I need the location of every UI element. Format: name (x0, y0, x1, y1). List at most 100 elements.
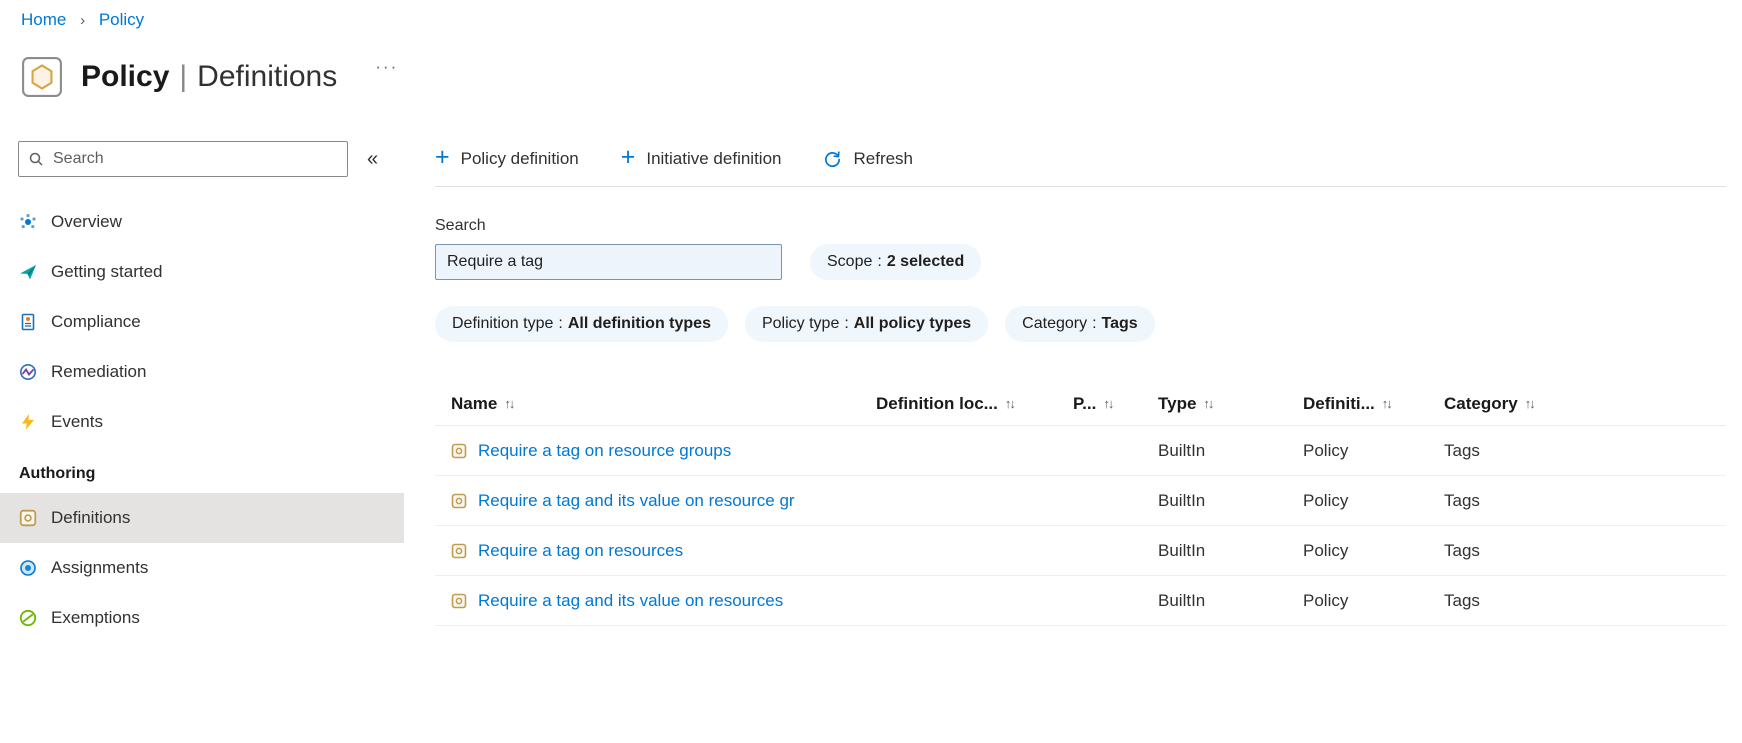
cell-type: BuiltIn (1158, 590, 1206, 610)
policy-definition-icon (451, 493, 467, 509)
cell-category: Tags (1444, 590, 1480, 610)
sidebar: « Overview (0, 141, 404, 643)
pill-separator: : (844, 315, 849, 332)
table-row: Require a tag on resources BuiltIn Polic… (435, 526, 1726, 576)
assignments-icon (19, 559, 37, 577)
sidebar-item-remediation[interactable]: Remediation (0, 347, 404, 397)
policy-definitions-page: Home › Policy Policy | Definitions ··· S… (0, 0, 1742, 643)
pill-separator: : (1092, 315, 1097, 332)
cell-definition-type: Policy (1303, 540, 1349, 560)
cell-definition-type: Policy (1303, 590, 1349, 610)
overview-icon (19, 213, 37, 231)
sidebar-item-compliance[interactable]: Compliance (0, 297, 404, 347)
definitions-table: Name ↑↓ Definition loc... ↑↓ P... ↑↓ Typ… (435, 382, 1726, 626)
sidebar-search-input[interactable] (18, 141, 348, 177)
column-label: Name (451, 393, 498, 413)
sidebar-item-label: Compliance (51, 312, 141, 331)
table-row: Require a tag and its value on resource … (435, 476, 1726, 526)
pill-value: All policy types (853, 315, 972, 332)
breadcrumb-policy-link[interactable]: Policy (99, 10, 144, 29)
plus-icon: + (435, 143, 450, 171)
definition-link[interactable]: Require a tag on resources (478, 541, 683, 561)
sidebar-nav: Overview Getting started Compliance Reme… (0, 197, 404, 643)
column-label: Definiti... (1303, 393, 1375, 413)
sort-icon: ↑↓ (1203, 396, 1214, 411)
sort-icon: ↑↓ (1004, 396, 1016, 411)
cell-name: Require a tag on resources (435, 541, 876, 561)
pill-value: All definition types (567, 315, 711, 332)
pill-value: Tags (1101, 315, 1138, 332)
definition-link[interactable]: Require a tag and its value on resources (478, 591, 783, 611)
column-header-definition-type[interactable]: Definiti... ↑↓ (1303, 394, 1444, 414)
events-icon (19, 413, 37, 431)
definition-link[interactable]: Require a tag and its value on resource … (478, 491, 795, 511)
search-field-label: Search (435, 217, 486, 234)
filter-pill-category[interactable]: Category : Tags (1005, 306, 1155, 342)
pill-label: Policy type (761, 315, 840, 332)
initiative-definition-button[interactable]: + Initiative definition (621, 145, 782, 170)
policy-definition-icon (451, 443, 467, 459)
table-row: Require a tag on resource groups BuiltIn… (435, 426, 1726, 476)
sidebar-item-exemptions[interactable]: Exemptions (0, 593, 404, 643)
column-header-policies[interactable]: P... ↑↓ (1073, 394, 1158, 414)
more-options-button[interactable]: ··· (369, 55, 404, 79)
search-icon (28, 151, 44, 167)
exemptions-icon (19, 609, 37, 627)
pill-label: Scope (827, 253, 873, 270)
sidebar-item-label: Definitions (51, 508, 131, 527)
definitions-icon (19, 509, 37, 527)
command-label: Initiative definition (646, 149, 782, 168)
sort-icon: ↑↓ (1103, 396, 1114, 411)
filter-row-primary: Scope : 2 selected (435, 244, 1726, 280)
sort-icon: ↑↓ (1524, 396, 1536, 411)
policy-page-icon (21, 56, 63, 98)
sidebar-item-events[interactable]: Events (0, 397, 404, 447)
breadcrumb-chevron-icon: › (80, 12, 86, 29)
column-label: Type (1158, 393, 1197, 413)
toolbar-divider (435, 186, 1726, 187)
refresh-button[interactable]: Refresh (823, 149, 913, 169)
definition-link[interactable]: Require a tag on resource groups (478, 441, 731, 461)
sidebar-item-overview[interactable]: Overview (0, 197, 404, 247)
pill-separator: : (877, 253, 882, 270)
sidebar-item-label: Remediation (51, 362, 147, 381)
filter-pill-scope[interactable]: Scope : 2 selected (810, 244, 982, 280)
definition-search-input[interactable] (435, 244, 782, 280)
sidebar-search-row: « (0, 141, 404, 177)
sidebar-item-definitions[interactable]: Definitions (0, 493, 404, 543)
refresh-icon (823, 150, 842, 169)
filter-pill-policy-type[interactable]: Policy type : All policy types (744, 306, 989, 342)
cell-definition-type: Policy (1303, 440, 1349, 460)
command-label: Refresh (853, 149, 914, 168)
sidebar-section-authoring: Authoring (19, 465, 96, 482)
page-title-secondary: Definitions (197, 60, 338, 93)
cell-name: Require a tag on resource groups (435, 441, 876, 461)
cell-name: Require a tag and its value on resources (435, 591, 876, 611)
policy-definition-button[interactable]: + Policy definition (435, 143, 579, 171)
column-header-definition-location[interactable]: Definition loc... ↑↓ (876, 394, 1073, 414)
page-title-primary: Policy (81, 60, 170, 93)
sidebar-search (18, 141, 348, 177)
breadcrumb-home-link[interactable]: Home (21, 10, 66, 29)
pill-label: Category (1022, 315, 1088, 332)
getting-started-icon (19, 263, 37, 281)
main-content: + Policy definition + Initiative definit… (404, 141, 1742, 626)
sidebar-collapse-button[interactable]: « (361, 146, 384, 173)
column-header-name[interactable]: Name ↑↓ (435, 394, 876, 414)
sort-icon: ↑↓ (504, 396, 515, 411)
policy-definition-icon (451, 593, 467, 609)
remediation-icon (19, 363, 37, 381)
sidebar-item-label: Assignments (51, 558, 149, 577)
column-header-type[interactable]: Type ↑↓ (1158, 394, 1303, 414)
command-label: Policy definition (460, 149, 579, 168)
filter-pill-definition-type[interactable]: Definition type : All definition types (435, 306, 728, 342)
cell-category: Tags (1444, 490, 1480, 510)
page-title: Policy | Definitions (81, 60, 337, 94)
sidebar-item-getting-started[interactable]: Getting started (0, 247, 404, 297)
breadcrumb: Home › Policy (0, 0, 1742, 31)
column-header-category[interactable]: Category ↑↓ (1444, 394, 1726, 414)
sidebar-item-assignments[interactable]: Assignments (0, 543, 404, 593)
page-title-divider: | (179, 60, 188, 93)
cell-category: Tags (1444, 540, 1480, 560)
sidebar-item-label: Events (51, 412, 103, 431)
